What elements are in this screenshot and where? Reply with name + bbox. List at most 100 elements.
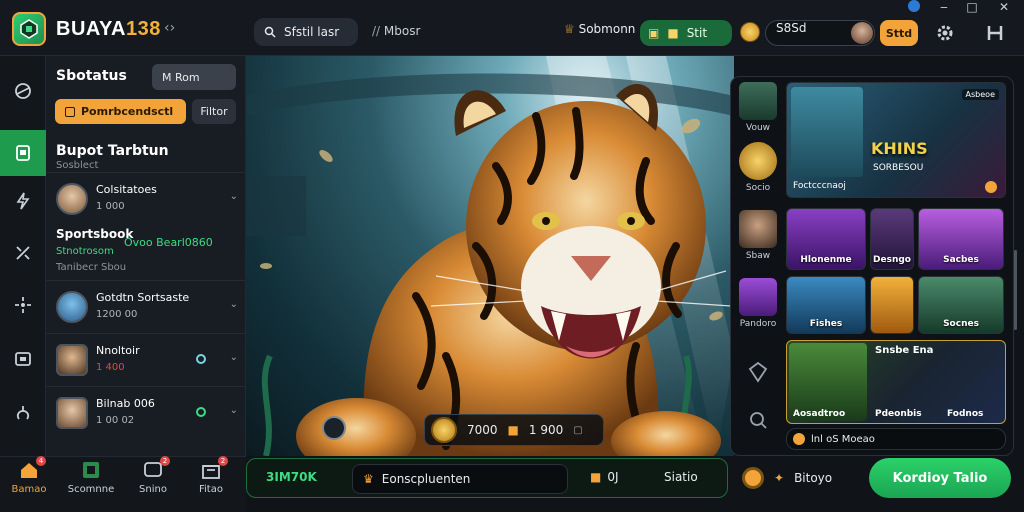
nav-link-main[interactable]: // Mbosr bbox=[372, 24, 420, 38]
game-tile[interactable]: Desngo bbox=[870, 208, 914, 270]
avatar bbox=[56, 291, 88, 323]
rail-item-table[interactable] bbox=[0, 336, 46, 382]
game-tile[interactable] bbox=[870, 276, 914, 334]
panel-select[interactable]: M Rom bbox=[152, 64, 236, 90]
featured-game-banner[interactable]: KHINS SORBESOU Foctcccnaoj Asbeoe bbox=[786, 82, 1006, 198]
profile-chip[interactable]: ✦ Bitoyo bbox=[734, 458, 864, 498]
sportsbook-title[interactable]: Sportsbook bbox=[56, 227, 133, 241]
spark-icon bbox=[15, 297, 31, 313]
bottom-nav-games[interactable]: Scomnne bbox=[66, 460, 116, 508]
notification-badge: 2 bbox=[218, 456, 228, 466]
game-tile[interactable]: Socnes bbox=[918, 276, 1004, 334]
user-field-value: S8Sd bbox=[776, 21, 807, 35]
balance-pill[interactable]: ▣ ■ Stit bbox=[640, 20, 732, 46]
sportsbook-live: Ovoo Bearl0860 bbox=[124, 236, 213, 249]
close-button[interactable]: ✕ bbox=[994, 0, 1014, 14]
list-item[interactable]: Bilnab 006 1 00 02 ⌄ bbox=[46, 386, 246, 438]
hero-banner[interactable] bbox=[246, 56, 734, 456]
globe-icon[interactable] bbox=[904, 0, 924, 15]
gear-icon[interactable] bbox=[934, 22, 956, 44]
notification-badge: 4 bbox=[36, 456, 46, 466]
gift-value: 0J bbox=[607, 470, 619, 484]
network-icon[interactable] bbox=[984, 22, 1006, 44]
nav-link-label: Mbosr bbox=[383, 24, 421, 38]
logo-icon[interactable] bbox=[12, 12, 46, 46]
hero-stats[interactable]: 7000 ■ 1 900 ▢ bbox=[424, 414, 604, 446]
maximize-button[interactable]: □ bbox=[962, 0, 982, 14]
home-icon: 4 bbox=[18, 456, 46, 480]
category-label: Sbaw bbox=[745, 251, 771, 261]
featured2-label-c: Fodnos bbox=[947, 409, 984, 419]
sportsbook-subtitle-2: Tanibecr Sbou bbox=[56, 262, 127, 273]
wallet-icon: ▣ bbox=[648, 26, 660, 40]
game-tile[interactable]: Fishes bbox=[786, 276, 866, 334]
expand-icon: ▢ bbox=[573, 424, 583, 436]
chevron-down-icon[interactable]: ⌄ bbox=[230, 352, 238, 363]
sports-link[interactable]: ♕ Sobmonn bbox=[564, 22, 635, 36]
featured2-label-b: Pdeonbis bbox=[875, 409, 922, 419]
bottom-nav-label: Bamao bbox=[11, 484, 47, 495]
chevron-down-icon[interactable]: ⌄ bbox=[230, 299, 238, 310]
gift-counter[interactable]: ■ 0J bbox=[590, 470, 619, 484]
chevron-down-icon[interactable]: ⌄ bbox=[230, 191, 238, 202]
bottom-nav-chat[interactable]: 2 Snino bbox=[128, 456, 178, 508]
game-tile-label: Socnes bbox=[943, 319, 979, 329]
balance-label: Stit bbox=[686, 26, 708, 40]
diamond-icon[interactable] bbox=[746, 360, 770, 384]
game-tile[interactable]: Sacbes bbox=[918, 208, 1004, 270]
section-title: Bupot Tarbtun bbox=[56, 143, 169, 159]
chevron-down-icon[interactable]: ⌄ bbox=[230, 405, 238, 416]
game-tile[interactable]: Hlonenme bbox=[786, 208, 866, 270]
coin-icon bbox=[739, 142, 777, 180]
search-button[interactable]: Sfstil lasr bbox=[254, 18, 358, 46]
hero-stat-right: 1 900 bbox=[528, 423, 564, 437]
collapse-chevron-icon[interactable]: ‹› bbox=[164, 20, 175, 36]
play-now-button[interactable]: Kordioy Talio bbox=[869, 458, 1011, 498]
list-item[interactable]: Nnoltoir 1 400 ⌄ bbox=[46, 333, 246, 385]
game-category-pandoro[interactable]: Pandoro bbox=[738, 278, 778, 329]
search-icon[interactable] bbox=[748, 410, 768, 430]
list-item-value: 1 000 bbox=[96, 201, 125, 212]
game-thumbnail bbox=[791, 87, 863, 177]
chat-icon: 2 bbox=[142, 456, 170, 480]
promo-button[interactable]: Pomrbcendsctl bbox=[55, 99, 186, 124]
avatar[interactable] bbox=[851, 22, 873, 44]
list-item-name: Nnoltoir bbox=[96, 344, 140, 357]
bet-field[interactable]: ♛ Eonscpluenten bbox=[352, 464, 568, 494]
bottom-nav-store[interactable]: 2 Fitao bbox=[186, 456, 236, 508]
game-ticker[interactable]: lnl oS Moeao bbox=[786, 428, 1006, 450]
game-category-socio[interactable]: Socio bbox=[738, 142, 778, 193]
grid-icon bbox=[80, 460, 102, 480]
avatar bbox=[56, 344, 88, 376]
featured-badge: Asbeoe bbox=[961, 89, 999, 100]
rail-item-live[interactable] bbox=[0, 178, 46, 224]
rail-item-fish[interactable] bbox=[0, 230, 46, 276]
featured-game-banner-2[interactable]: Snsbe Ena Aosadtroo Pdeonbis Fodnos bbox=[786, 340, 1006, 424]
rail-item-ball[interactable] bbox=[0, 68, 46, 114]
swirl-icon[interactable] bbox=[322, 416, 346, 440]
bottom-nav-home[interactable]: 4 Bamao bbox=[4, 456, 54, 508]
notification-badge: 2 bbox=[160, 456, 170, 466]
minimize-button[interactable]: ‒ bbox=[934, 0, 954, 14]
list-item-value: 1 400 bbox=[96, 362, 125, 373]
avatar bbox=[56, 183, 88, 215]
scrollbar[interactable] bbox=[1014, 250, 1017, 330]
gift-icon: ■ bbox=[590, 470, 602, 484]
trophy-icon: ♕ bbox=[564, 22, 575, 36]
game-category-sbaw[interactable]: Sbaw bbox=[738, 210, 778, 261]
list-item[interactable]: Colsitatoes 1 000 ⌄ bbox=[46, 172, 246, 224]
filter-button[interactable]: Filtor bbox=[192, 99, 236, 124]
brand-word: BUAYA bbox=[56, 18, 126, 40]
hero-stat-left: 7000 bbox=[467, 423, 498, 437]
list-item[interactable]: Gotdtn Sortsaste 1200 00 ⌄ bbox=[46, 280, 246, 332]
rail-item-cards[interactable] bbox=[0, 390, 46, 436]
bottom-nav-label: Scomnne bbox=[67, 484, 115, 495]
brand-name[interactable]: BUAYA138 bbox=[56, 18, 161, 41]
rail-item-lottery[interactable] bbox=[0, 282, 46, 328]
rail-item-casino[interactable] bbox=[0, 130, 46, 176]
game-category-vouw[interactable]: Vouw bbox=[738, 82, 778, 133]
game-tile-label: Hlonenme bbox=[800, 255, 852, 265]
deposit-button[interactable]: Sttd bbox=[880, 20, 918, 46]
player-count: 3IM70K bbox=[266, 470, 317, 484]
sportsbook-subtitle: Stnotrosom bbox=[56, 246, 114, 257]
